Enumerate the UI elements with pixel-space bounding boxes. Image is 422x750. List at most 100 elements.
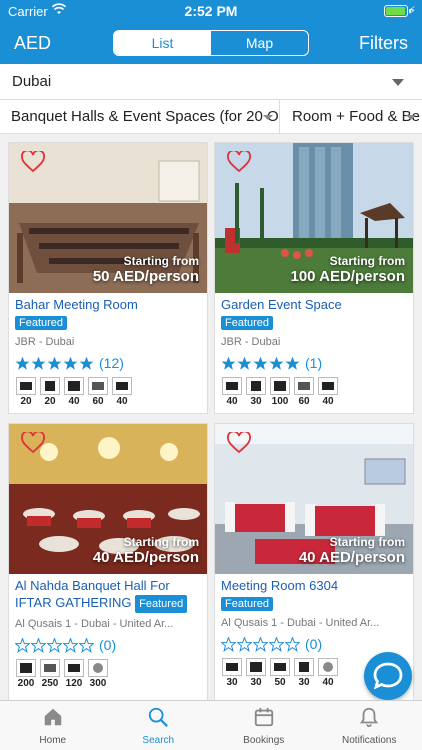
filters-button[interactable]: Filters — [359, 33, 408, 54]
star-icon — [31, 637, 46, 653]
featured-badge: Featured — [15, 316, 68, 330]
boardroom-layout-icon — [40, 377, 60, 395]
star-icon — [31, 356, 46, 370]
capacity-item: 30 — [245, 658, 267, 688]
chat-bubble-icon — [373, 662, 403, 690]
featured-badge: Featured — [221, 597, 274, 611]
capacity-item: 30 — [245, 377, 267, 407]
rating: (12) — [15, 354, 201, 372]
classroom-layout-icon — [112, 377, 132, 395]
favorite-heart-icon[interactable] — [227, 432, 251, 454]
theater-layout-icon — [88, 377, 108, 395]
city-value: Dubai — [12, 73, 52, 90]
star-icon — [237, 356, 252, 370]
tab-notifications-label: Notifications — [342, 735, 397, 746]
tab-list[interactable]: List — [114, 31, 211, 55]
review-count: (1) — [305, 355, 323, 371]
chat-button[interactable] — [364, 652, 412, 700]
star-icon — [221, 636, 236, 652]
venue-location: JBR - Dubai — [15, 336, 75, 348]
tab-search-label: Search — [142, 735, 175, 746]
venue-title[interactable]: Bahar Meeting Room — [15, 297, 201, 313]
venue-title[interactable]: Al Nahda Banquet Hall For IFTAR GATHERIN… — [15, 578, 201, 613]
price-prefix: Starting from — [123, 535, 199, 549]
city-selector[interactable]: Dubai — [0, 64, 422, 100]
venue-type-value: Banquet Halls & Event Spaces (for 20 Or — [11, 108, 280, 125]
venue-title[interactable]: Meeting Room 6304 — [221, 578, 407, 594]
venue-card[interactable]: Starting from 100 AED/person Garden Even… — [214, 142, 414, 414]
star-icon — [79, 637, 94, 653]
currency-button[interactable]: AED — [14, 33, 51, 54]
featured-badge: Featured — [135, 595, 188, 613]
calendar-icon — [254, 707, 273, 727]
venue-card[interactable]: Starting from 50 AED/person Bahar Meetin… — [8, 142, 208, 414]
favorite-heart-icon[interactable] — [21, 151, 45, 173]
venue-title[interactable]: Garden Event Space — [221, 297, 407, 313]
capacity-item: 40 — [111, 377, 133, 407]
capacity-item: 300 — [87, 659, 109, 689]
review-count: (12) — [99, 355, 124, 371]
rating: (1) — [221, 354, 407, 372]
cluster-layout-icon — [16, 659, 36, 677]
rating: (0) — [221, 635, 407, 653]
tab-bookings[interactable]: Bookings — [211, 701, 317, 750]
venue-location: Al Qusais 1 - Dubai - United Ar... — [15, 618, 174, 630]
capacity-item: 50 — [269, 658, 291, 688]
boardroom-layout-icon — [246, 377, 266, 395]
capacity-item: 100 — [269, 377, 291, 407]
venue-type-select[interactable]: Banquet Halls & Event Spaces (for 20 Or — [0, 100, 280, 134]
price-prefix: Starting from — [329, 254, 405, 268]
cluster-layout-icon — [270, 377, 290, 395]
home-icon — [44, 708, 61, 726]
review-count: (0) — [99, 637, 117, 653]
capacity-item: 200 — [15, 659, 37, 689]
star-icon — [79, 356, 94, 370]
favorite-heart-icon[interactable] — [227, 151, 251, 173]
rating: (0) — [15, 636, 201, 654]
tab-map[interactable]: Map — [211, 31, 308, 55]
classroom-layout-icon — [64, 659, 84, 677]
bell-icon — [360, 707, 379, 728]
venue-location: JBR - Dubai — [221, 336, 281, 348]
favorite-heart-icon[interactable] — [21, 432, 45, 454]
nav-bar: AED List Map Filters — [0, 22, 422, 64]
clock: 2:52 PM — [184, 3, 238, 19]
star-icon — [15, 637, 30, 653]
search-icon — [149, 707, 169, 727]
capacity-item: 40 — [63, 377, 85, 407]
star-icon — [269, 636, 284, 652]
price: 40 AED/person — [92, 549, 199, 566]
review-count: (0) — [305, 636, 323, 652]
tab-home[interactable]: Home — [0, 701, 106, 750]
classroom-layout-icon — [270, 658, 290, 676]
tab-notifications[interactable]: Notifications — [317, 701, 422, 750]
package-select[interactable]: Room + Food & Be — [281, 100, 422, 134]
tab-search[interactable]: Search — [106, 701, 212, 750]
venue-card[interactable]: Starting from 40 AED/person Al Nahda Ban… — [8, 423, 208, 700]
price: 40 AED/person — [298, 549, 405, 566]
status-bar: Carrier 2:52 PM ⚡ — [0, 0, 422, 22]
capacity-item: 40 — [317, 377, 339, 407]
theater-layout-icon — [294, 377, 314, 395]
star-icon — [47, 356, 62, 370]
capacity-item: 40 — [221, 377, 243, 407]
tab-bookings-label: Bookings — [243, 735, 285, 746]
reception-layout-icon — [318, 658, 338, 676]
star-icon — [237, 636, 252, 652]
capacity-item: 120 — [63, 659, 85, 689]
capacity-list: 200 250 120 300 — [15, 659, 201, 689]
classroom-layout-icon — [318, 377, 338, 395]
ushape-layout-icon — [16, 377, 36, 395]
capacity-list: 20 20 40 60 40 — [15, 377, 201, 407]
venue-photo: Starting from 40 AED/person — [215, 424, 413, 574]
venue-grid: Starting from 50 AED/person Bahar Meetin… — [0, 134, 422, 700]
star-icon — [63, 356, 78, 370]
filter-bar: Banquet Halls & Event Spaces (for 20 Or … — [0, 100, 422, 134]
venue-location: Al Qusais 1 - Dubai - United Ar... — [221, 617, 380, 629]
capacity-item: 20 — [15, 377, 37, 407]
charging-icon: ⚡ — [408, 5, 416, 17]
cluster-layout-icon — [64, 377, 84, 395]
star-icon — [63, 637, 78, 653]
venue-photo: Starting from 100 AED/person — [215, 143, 413, 293]
ushape-layout-icon — [222, 377, 242, 395]
